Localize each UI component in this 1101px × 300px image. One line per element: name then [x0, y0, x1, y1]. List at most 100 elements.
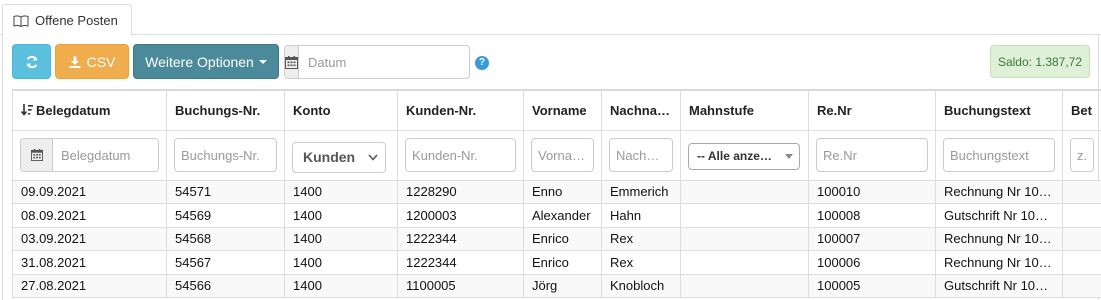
tab-offene-posten[interactable]: Offene Posten — [2, 4, 132, 36]
filter-row: Kunden -- Alle anze… — [12, 129, 1101, 181]
cell: 100006 — [808, 250, 936, 275]
col-mahnstufe[interactable]: Mahnstufe — [680, 89, 809, 131]
cell — [1062, 250, 1101, 275]
cell: 1400 — [284, 250, 398, 275]
filter-cell — [166, 129, 285, 181]
refresh-icon — [26, 55, 37, 68]
cell: 1400 — [284, 226, 398, 251]
cell: Gutschrift Nr 10… — [935, 273, 1063, 298]
cell: 54568 — [166, 226, 285, 251]
cell: Enrico — [523, 250, 602, 275]
cell: 08.09.2021 — [12, 203, 167, 228]
question-circle-icon[interactable]: ? — [475, 56, 489, 70]
cell — [1062, 203, 1101, 228]
nachname-filter-input[interactable] — [609, 138, 673, 172]
cell: 1400 — [284, 203, 398, 228]
cell: Rex — [601, 250, 681, 275]
open-items-table: Belegdatum Buchungs-Nr. Konto Kunden-Nr.… — [12, 89, 1101, 298]
more-options-button[interactable]: Weitere Optionen — [133, 44, 279, 79]
col-belegdatum[interactable]: Belegdatum — [12, 89, 167, 131]
date-filter — [284, 45, 484, 79]
cell: 54569 — [166, 203, 285, 228]
col-renr[interactable]: Re.Nr — [808, 89, 936, 131]
page: Offene Posten CSV Weitere Optionen Datum… — [0, 0, 1101, 300]
buchungstext-filter-input[interactable] — [943, 138, 1055, 172]
cell: Alexander — [523, 203, 602, 228]
cell: Jörg — [523, 273, 602, 298]
filter-cell — [601, 129, 681, 181]
filter-cell — [12, 129, 167, 181]
cell: 100010 — [808, 179, 936, 204]
col-betrag[interactable]: Bet — [1062, 89, 1101, 131]
download-icon — [69, 56, 81, 68]
header-row: Belegdatum Buchungs-Nr. Konto Kunden-Nr.… — [12, 89, 1101, 131]
cell — [680, 226, 809, 251]
cell: Rechnung Nr 10… — [935, 179, 1063, 204]
cell: Rechnung Nr 10… — [935, 250, 1063, 275]
refresh-button[interactable] — [12, 44, 51, 79]
cell: 1100005 — [397, 273, 524, 298]
konto-filter-value: Kunden — [303, 149, 356, 165]
cell — [680, 203, 809, 228]
betrag-filter-input[interactable] — [1070, 138, 1094, 172]
cell: 1222344 — [397, 250, 524, 275]
vorname-filter-input[interactable] — [531, 138, 594, 172]
konto-filter-select[interactable]: Kunden — [292, 141, 386, 173]
table-row[interactable]: 27.08.2021 54566 1400 1100005 Jörg Knobl… — [12, 273, 1101, 298]
chevron-down-icon — [368, 154, 378, 161]
date-input[interactable] — [299, 46, 484, 78]
col-nachname[interactable]: Nachna… — [601, 89, 681, 131]
cell — [680, 179, 809, 204]
sort-desc-icon — [20, 103, 33, 116]
cell — [1062, 179, 1101, 204]
cell: Enno — [523, 179, 602, 204]
filter-cell: -- Alle anze… — [680, 129, 809, 181]
cell: 1222344 — [397, 226, 524, 251]
mahnstufe-filter-value: -- Alle anze… — [697, 149, 772, 163]
cell: Gutschrift Nr 10… — [935, 203, 1063, 228]
table-row[interactable]: 31.08.2021 54567 1400 1222344 Enrico Rex… — [12, 250, 1101, 275]
cell: 1400 — [284, 179, 398, 204]
calendar-icon[interactable] — [21, 139, 53, 171]
saldo-badge: Saldo: 1.387,72 — [990, 45, 1090, 78]
col-buchungstext[interactable]: Buchungstext — [935, 89, 1063, 131]
cell: 100005 — [808, 273, 936, 298]
renr-filter-input[interactable] — [816, 138, 928, 172]
cell: Rechnung Nr 10… — [935, 226, 1063, 251]
col-buchungsnr[interactable]: Buchungs-Nr. — [166, 89, 285, 131]
cell: Knobloch — [601, 273, 681, 298]
cell — [1062, 273, 1101, 298]
calendar-icon[interactable] — [285, 46, 299, 78]
cell: 09.09.2021 — [12, 179, 167, 204]
cell: 1400 — [284, 273, 398, 298]
cell: 31.08.2021 — [12, 250, 167, 275]
caret-down-icon — [785, 153, 793, 159]
book-icon — [13, 15, 29, 28]
table-row[interactable]: 03.09.2021 54568 1400 1222344 Enrico Rex… — [12, 226, 1101, 251]
cell — [680, 250, 809, 275]
mahnstufe-filter-select[interactable]: -- Alle anze… — [688, 142, 800, 170]
filter-cell: Kunden — [284, 129, 398, 181]
caret-down-icon — [258, 59, 267, 64]
table-row[interactable]: 08.09.2021 54569 1400 1200003 Alexander … — [12, 203, 1101, 228]
col-kundennr[interactable]: Kunden-Nr. — [397, 89, 524, 131]
cell: Emmerich — [601, 179, 681, 204]
col-label: Belegdatum — [36, 102, 111, 118]
filter-cell — [397, 129, 524, 181]
filter-cell — [523, 129, 602, 181]
cell: 27.08.2021 — [12, 273, 167, 298]
cell — [1062, 226, 1101, 251]
cell: 1228290 — [397, 179, 524, 204]
col-vorname[interactable]: Vorname — [523, 89, 602, 131]
filter-cell — [935, 129, 1063, 181]
belegdatum-filter-input[interactable] — [53, 139, 158, 171]
csv-label: CSV — [86, 53, 116, 70]
cell: Enrico — [523, 226, 602, 251]
kundennr-filter-input[interactable] — [405, 138, 516, 172]
csv-export-button[interactable]: CSV — [55, 44, 129, 79]
tab-label: Offene Posten — [35, 13, 118, 28]
table-row[interactable]: 09.09.2021 54571 1400 1228290 Enno Emmer… — [12, 179, 1101, 204]
col-konto[interactable]: Konto — [284, 89, 398, 131]
cell: 54567 — [166, 250, 285, 275]
buchungsnr-filter-input[interactable] — [174, 138, 277, 172]
